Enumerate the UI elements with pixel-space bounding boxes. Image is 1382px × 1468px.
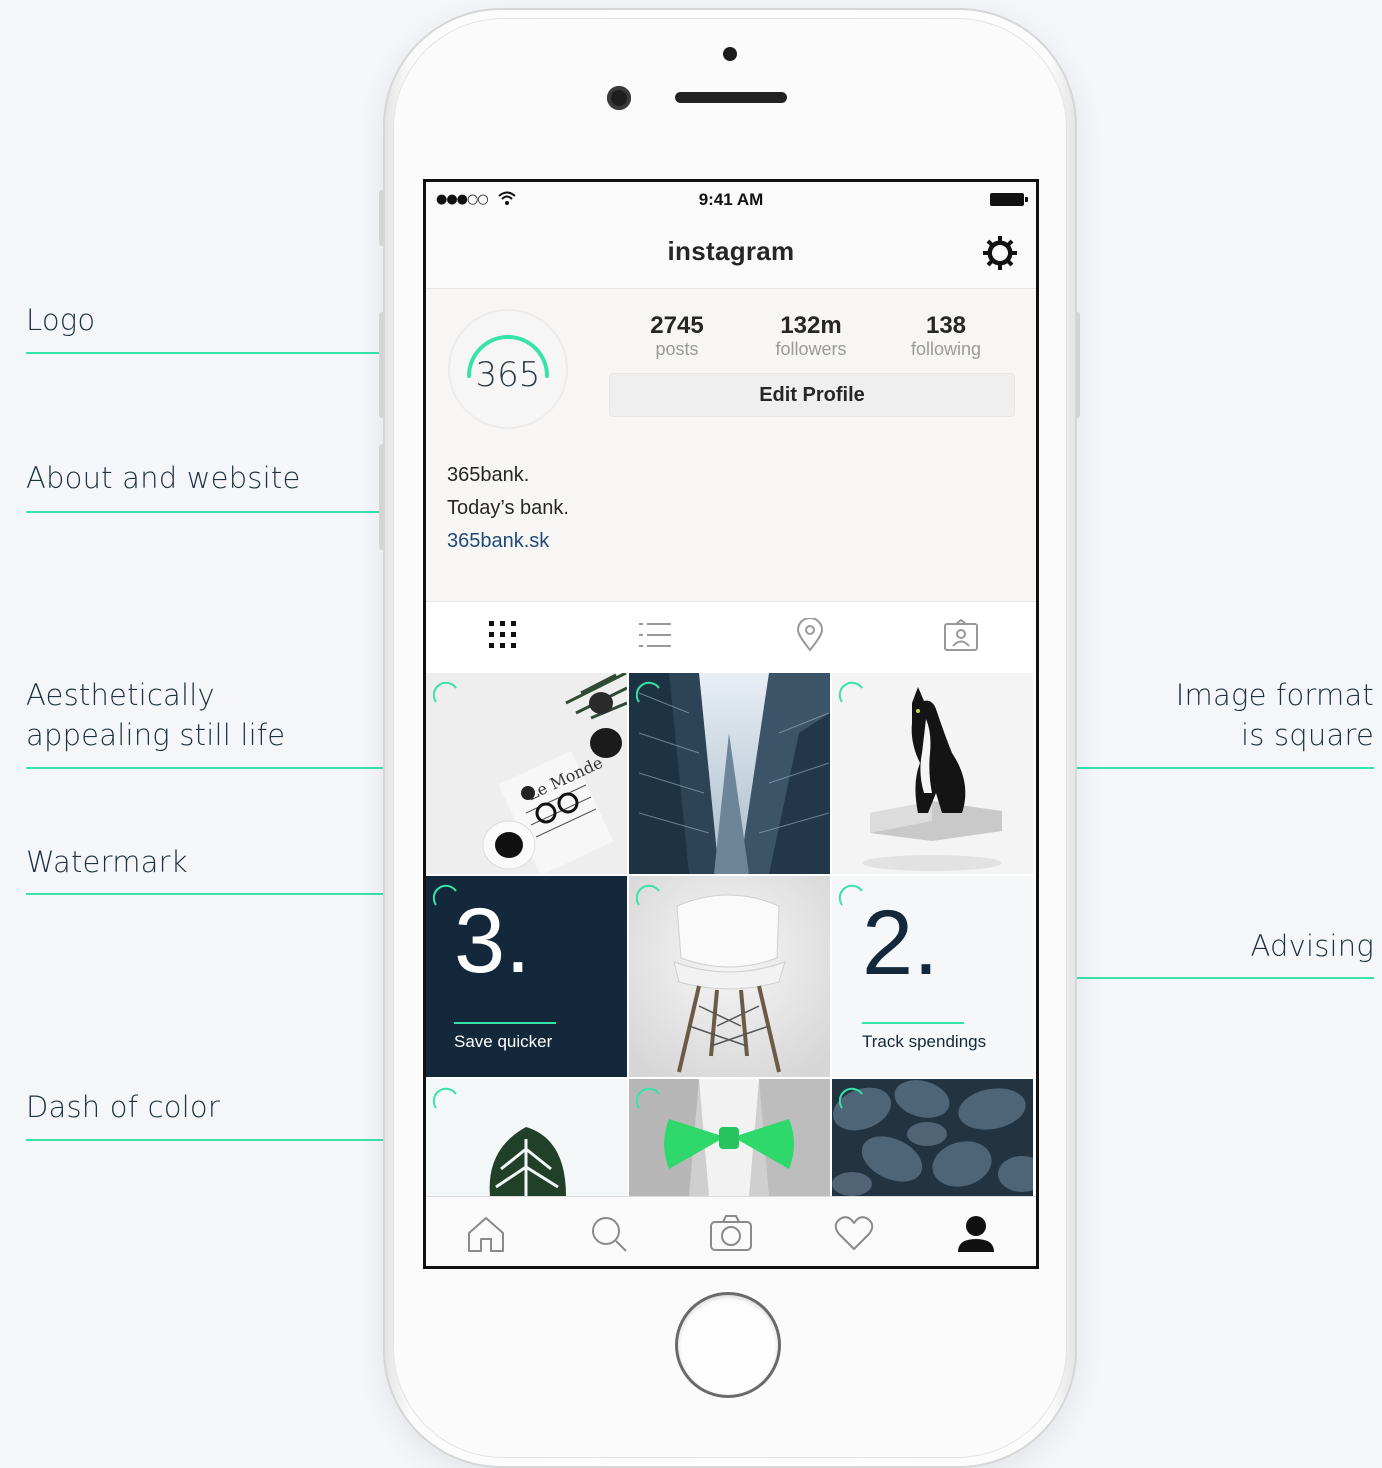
front-camera [607, 86, 631, 110]
grid-tile-cat[interactable] [832, 673, 1033, 874]
photo-grid: Le Monde 3. Save quicker 2. Track spendi… [426, 673, 1036, 1196]
bio: 365bank. Today’s bank. 365bank.sk [447, 459, 569, 558]
annotation-format-line-2: is square [1241, 718, 1374, 752]
avatar-logo-text: 365 [475, 355, 541, 395]
annotation-dash-of-color: Dash of color [26, 1090, 220, 1124]
watermark-icon [839, 681, 863, 703]
grid-tile-basil[interactable] [832, 1079, 1033, 1196]
list-icon[interactable] [638, 620, 672, 650]
battery-icon [990, 193, 1028, 206]
tip-accent-line [454, 1022, 556, 1024]
proximity-sensor [723, 47, 737, 61]
camera-icon[interactable] [710, 1215, 752, 1251]
stat-followers-label: followers [775, 339, 847, 359]
stat-following-label: following [910, 339, 982, 359]
annotation-logo-line [26, 352, 434, 354]
grid-tile-track-spendings[interactable]: 2. Track spendings [832, 876, 1033, 1077]
tagged-icon[interactable] [944, 619, 978, 651]
annotation-still-life-line-1: Aesthetically [26, 678, 215, 712]
earpiece-speaker [675, 92, 787, 103]
grid-tile-leaf[interactable] [426, 1079, 627, 1196]
stat-posts-value: 2745 [650, 312, 704, 339]
bio-tagline: Today’s bank. [447, 497, 569, 519]
tip-accent-line [862, 1022, 964, 1024]
tip-number-3: 3. [454, 890, 531, 992]
stat-followers[interactable]: 132m followers [746, 312, 876, 360]
stat-following-value: 138 [925, 312, 967, 339]
grid-tile-skyscrapers[interactable] [629, 673, 830, 874]
watermark-icon [636, 681, 660, 703]
status-bar: ●●●○○ 9:41 AM [426, 182, 1036, 218]
bio-name: 365bank. [447, 464, 530, 486]
annotation-still-life-line-2: appealing still life [26, 718, 286, 752]
watermark-icon [433, 1087, 457, 1109]
tip-caption-save-quicker: Save quicker [454, 1032, 553, 1051]
annotation-watermark-line [26, 893, 434, 895]
status-time: 9:41 AM [698, 190, 764, 209]
home-icon[interactable] [466, 1215, 506, 1253]
annotation-advising-line [1032, 977, 1374, 979]
avatar[interactable]: 365 [448, 309, 568, 429]
heart-icon[interactable] [834, 1215, 874, 1251]
watermark-icon [636, 884, 660, 906]
stat-following[interactable]: 138 following [881, 312, 1011, 360]
phone-screen: ●●●○○ 9:41 AM instagram 365 2745 posts 1… [423, 179, 1039, 1269]
grid-tile-bow-tie[interactable] [629, 1079, 830, 1196]
search-icon[interactable] [590, 1215, 628, 1253]
grid-tile-chair[interactable] [629, 876, 830, 1077]
watermark-icon [433, 681, 457, 703]
grid-icon[interactable] [488, 620, 518, 650]
website-link[interactable]: 365bank.sk [447, 525, 569, 558]
annotation-format-line [1032, 767, 1374, 769]
tip-caption-track-spendings: Track spendings [862, 1032, 987, 1051]
gear-icon[interactable] [982, 235, 1018, 271]
grid-tile-save-quicker[interactable]: 3. Save quicker [426, 876, 627, 1077]
bottom-tab-bar [426, 1196, 1036, 1266]
stat-followers-value: 132m [780, 312, 842, 339]
profile-header: 365 2745 posts 132m followers 138 follow… [426, 289, 1036, 601]
app-title: instagram [667, 236, 795, 266]
grid-tile-still-life[interactable]: Le Monde [426, 673, 627, 874]
location-pin-icon[interactable] [796, 618, 824, 652]
profile-tabs [426, 601, 1036, 674]
home-button[interactable] [675, 1292, 781, 1398]
nav-bar: instagram [426, 218, 1036, 289]
watermark-icon [839, 1087, 863, 1109]
annotation-advising: Advising [1250, 929, 1374, 963]
annotation-about-line [26, 511, 434, 513]
stat-posts-label: posts [655, 339, 699, 359]
annotation-about: About and website [26, 461, 301, 495]
annotation-watermark: Watermark [26, 845, 188, 879]
annotation-still-life-line [26, 767, 434, 769]
annotation-logo: Logo [26, 303, 96, 337]
stat-posts[interactable]: 2745 posts [612, 312, 742, 360]
profile-icon[interactable] [956, 1215, 996, 1253]
annotation-format-line-1: Image format [1175, 678, 1374, 712]
watermark-icon [636, 1087, 660, 1109]
edit-profile-button[interactable]: Edit Profile [609, 373, 1015, 417]
tip-number-2: 2. [862, 892, 939, 994]
